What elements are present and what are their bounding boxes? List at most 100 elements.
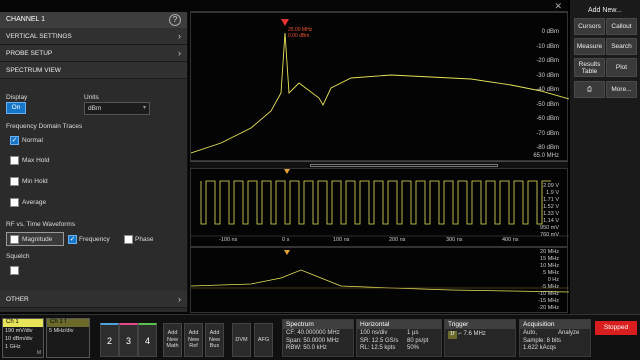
screenshot-button[interactable]: ⎙ — [574, 81, 605, 98]
scale-label: -40 dBm — [536, 87, 559, 93]
ch1f-label: Ch 1 f — [47, 319, 89, 327]
display-label: Display — [6, 94, 28, 101]
squelch-label: Squelch — [6, 253, 30, 260]
zoom-box[interactable] — [310, 164, 498, 167]
spectrum-value: Span: 50.0000 MHz — [286, 337, 340, 344]
ch1-value: 10 dBm/div — [5, 336, 33, 342]
add-line: Bus — [209, 343, 220, 349]
ch1-badge[interactable]: Ch 1 190 mV/div 10 dBm/div 1 GHz M — [2, 318, 44, 358]
scale-label: -30 dBm — [536, 73, 559, 79]
rf-waveforms-label: RF vs. Time Waveforms — [6, 221, 76, 228]
spectrum-tile[interactable]: Spectrum CF: 40.000000 MHz Span: 50.0000… — [282, 319, 354, 357]
dvm-button[interactable]: DVM — [232, 323, 251, 357]
min-hold-checkbox[interactable] — [10, 177, 19, 186]
time-tick: 400 ns — [502, 237, 519, 243]
freq-trace — [191, 250, 569, 293]
scale-label: 10 MHz — [540, 263, 559, 269]
ch3-button[interactable]: 3 — [119, 323, 138, 357]
search-button[interactable]: Search — [606, 38, 637, 55]
run-stop-button[interactable]: Stopped — [595, 321, 637, 335]
time-domain-pane[interactable]: 2.09 V 1.9 V 1.71 V 1.52 V 1.33 V 1.14 V… — [190, 168, 569, 247]
phase-checkbox[interactable] — [124, 235, 133, 244]
acq-col2: Analyze — [558, 330, 579, 338]
scale-label: -60 dBm — [536, 116, 559, 122]
max-hold-checkbox[interactable] — [10, 156, 19, 165]
panel-title: CHANNEL 1 — [6, 16, 46, 23]
scale-label: -70 dBm — [536, 131, 559, 137]
ch4-button[interactable]: 4 — [138, 323, 157, 357]
add-new-ref-button[interactable]: Add New Ref — [184, 323, 203, 357]
horizontal-tile[interactable]: Horizontal 100 ns/div SR: 12.5 GS/s RL: … — [356, 319, 442, 357]
status-bar: Ch 1 190 mV/div 10 dBm/div 1 GHz M Ch 1 … — [0, 314, 640, 360]
afg-button[interactable]: AFG — [254, 323, 273, 357]
add-new-math-button[interactable]: Add New Math — [163, 323, 182, 357]
scale-label: 1.33 V — [543, 211, 559, 217]
section-label: SPECTRUM VIEW — [6, 67, 61, 74]
section-spectrum-view[interactable]: SPECTRUM VIEW — [0, 62, 187, 79]
magnitude-checkbox[interactable] — [10, 235, 19, 244]
squelch-checkbox[interactable] — [10, 266, 19, 275]
scale-label: -20 dBm — [536, 58, 559, 64]
display-toggle[interactable]: On — [6, 102, 26, 114]
freq-vs-time-pane[interactable]: 20 MHz 15 MHz 10 MHz 5 MHz 0 Hz -5 MHz -… — [190, 247, 569, 313]
acq-value: Sample: 8 bits — [523, 337, 562, 344]
spectrum-value: CF: 40.000000 MHz — [286, 330, 340, 336]
chevron-down-icon: ▾ — [142, 105, 146, 111]
trigger-tile[interactable]: Trigger 1f ⌐ 7.6 MHz — [444, 319, 516, 357]
display-top-strip: ✕ — [190, 1, 568, 12]
measure-button[interactable]: Measure — [574, 38, 605, 55]
more-button[interactable]: More... — [606, 81, 637, 98]
acquisition-title: Acquisition — [520, 320, 590, 329]
plot-button[interactable]: Plot — [606, 58, 637, 77]
spectrum-pane[interactable]: 25.00 MHz 0.00 dBm 0 dBm -10 dBm -20 dBm… — [190, 12, 569, 161]
ch1-label: Ch 1 — [3, 319, 43, 327]
time-tick: -100 ns — [219, 237, 238, 243]
horizontal-value: 80 ps/pt — [407, 337, 429, 344]
add-line: Math — [166, 343, 179, 349]
scale-label: -5 MHz — [541, 284, 559, 290]
marker-icon — [281, 19, 289, 26]
acq-value: 1.622 kAcqs — [523, 345, 557, 351]
ch1-value: 190 mV/div — [5, 328, 33, 334]
units-label: Units — [84, 94, 99, 101]
add-new-bus-button[interactable]: Add New Bus — [205, 323, 224, 357]
horizontal-value: 1 µs — [407, 330, 419, 336]
trigger-title: Trigger — [445, 320, 515, 329]
acquisition-tile[interactable]: Acquisition Auto, Sample: 8 bits 1.622 k… — [519, 319, 591, 357]
scale-label: 20 MHz — [540, 249, 559, 255]
trace-label: Average — [22, 199, 47, 206]
ch1f-badge[interactable]: Ch 1 f 5 MHz/div — [46, 318, 90, 358]
section-other[interactable]: OTHER › — [0, 291, 187, 308]
frequency-checkbox[interactable]: ✓ — [68, 235, 77, 244]
scale-label: 1.71 V — [543, 197, 559, 203]
time-tick: 100 ns — [333, 237, 350, 243]
trace-label: Max Hold — [22, 157, 50, 164]
rf-option-label: Frequency — [79, 236, 110, 243]
normal-checkbox[interactable]: ✓ — [10, 136, 19, 145]
horizontal-title: Horizontal — [357, 320, 441, 329]
results-table-button[interactable]: Results Table — [574, 58, 605, 77]
cursors-button[interactable]: Cursors — [574, 18, 605, 35]
scale-label: 1.52 V — [543, 204, 559, 210]
section-label: PROBE SETUP — [6, 50, 53, 57]
scale-label: 5 MHz — [543, 270, 559, 276]
close-icon[interactable]: ✕ — [554, 1, 562, 12]
section-label: VERTICAL SETTINGS — [6, 33, 72, 40]
average-checkbox[interactable] — [10, 198, 19, 207]
callout-button[interactable]: Callout — [606, 18, 637, 35]
ch1f-value: 5 MHz/div — [49, 328, 74, 334]
section-probe-setup[interactable]: PROBE SETUP › — [0, 45, 187, 62]
add-new-label: Add New... — [588, 7, 622, 14]
scale-label: -10 dBm — [536, 44, 559, 50]
trigger-badge: 1f — [448, 331, 457, 339]
help-icon[interactable]: ? — [169, 14, 181, 26]
zoom-overview[interactable] — [190, 161, 568, 168]
units-select[interactable]: dBm ▾ — [84, 102, 150, 115]
section-vertical-settings[interactable]: VERTICAL SETTINGS › — [0, 28, 187, 45]
scale-label: 950 mV — [540, 225, 559, 231]
ch2-button[interactable]: 2 — [100, 323, 119, 357]
fd-traces-label: Frequency Domain Traces — [6, 123, 83, 130]
scale-label: 0 dBm — [541, 29, 559, 35]
scale-label: 1.9 V — [546, 190, 559, 196]
right-button-panel: Add New... Cursors Callout Measure Searc… — [570, 0, 640, 314]
